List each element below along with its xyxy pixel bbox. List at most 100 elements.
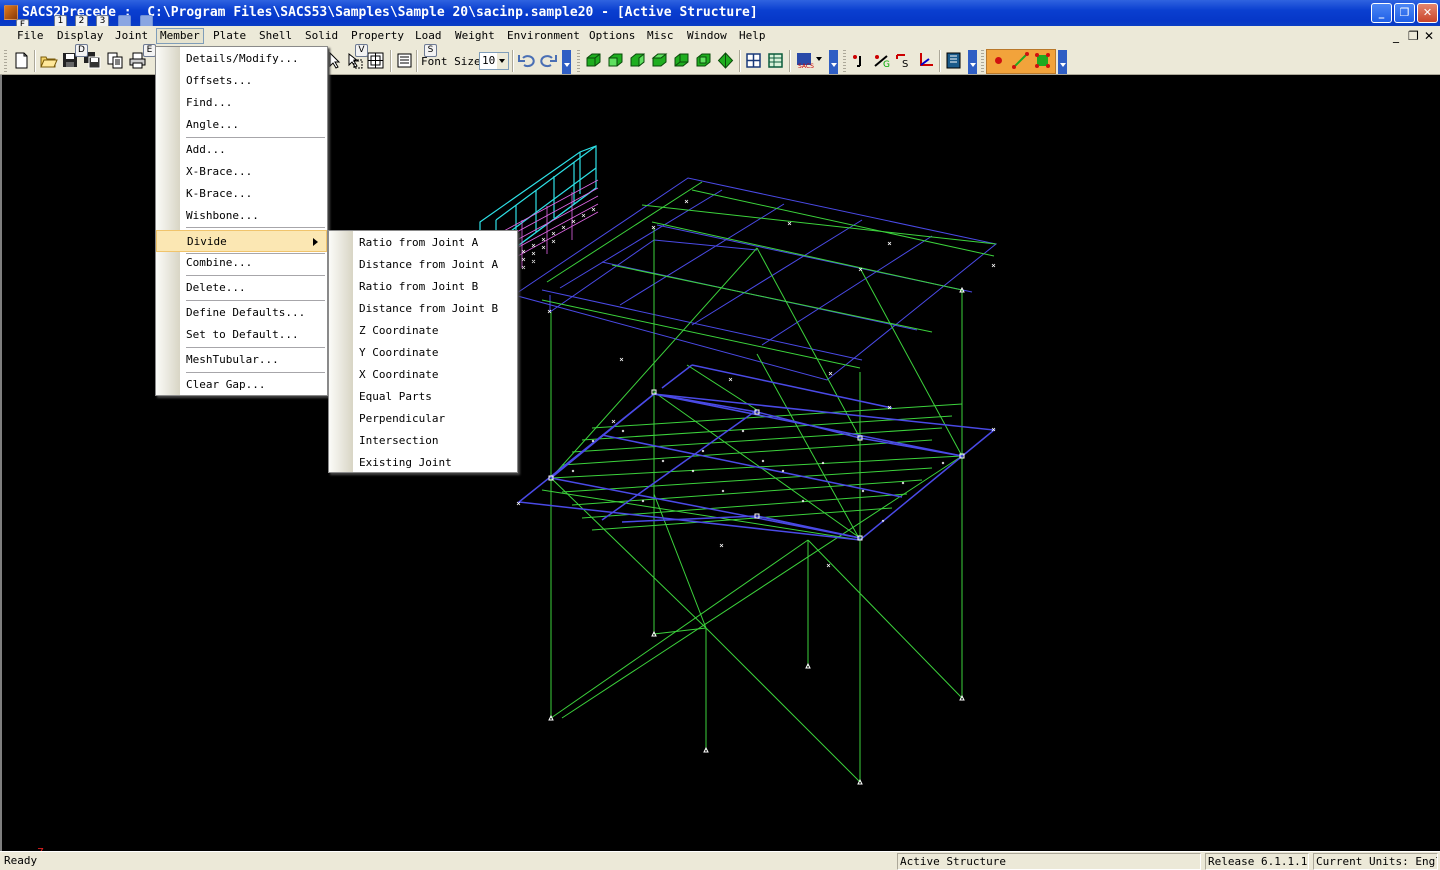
menu-options[interactable]: Options bbox=[586, 29, 638, 45]
new-icon[interactable] bbox=[12, 51, 31, 70]
undo-icon[interactable] bbox=[517, 51, 536, 70]
font-size-label: Font Size bbox=[421, 55, 481, 68]
braces bbox=[550, 247, 963, 783]
menu-item-ratio-from-joint-b[interactable]: Ratio from Joint B bbox=[329, 276, 478, 298]
menu-item-x-coordinate[interactable]: X Coordinate bbox=[329, 364, 438, 386]
menu-separator bbox=[186, 372, 325, 373]
view-top-icon[interactable] bbox=[650, 51, 669, 70]
app-icon[interactable] bbox=[4, 5, 18, 20]
font-size-value: 10 bbox=[482, 54, 496, 67]
menu-item-details-modify[interactable]: Details/Modify... bbox=[156, 48, 327, 70]
menu-solid[interactable]: Solid bbox=[302, 29, 341, 45]
menu-item-distance-from-joint-a[interactable]: Distance from Joint A bbox=[329, 254, 498, 276]
svg-text:SACS: SACS bbox=[798, 63, 814, 70]
close-button[interactable]: ✕ bbox=[1417, 3, 1438, 23]
menu-item-x-brace[interactable]: X-Brace... bbox=[156, 161, 327, 183]
menu-item-add[interactable]: Add... bbox=[156, 139, 327, 161]
menu-item-ratio-from-joint-a[interactable]: Ratio from Joint A bbox=[329, 232, 478, 254]
member-mode-icon[interactable] bbox=[1011, 51, 1030, 70]
book-icon[interactable] bbox=[944, 51, 963, 70]
menu-item-z-coordinate[interactable]: Z Coordinate bbox=[329, 320, 438, 342]
grid-icon[interactable] bbox=[744, 51, 763, 70]
menu-member[interactable]: Member bbox=[156, 28, 204, 44]
mdi-minimize-button[interactable]: _ bbox=[1393, 29, 1399, 43]
top-deck-blue bbox=[512, 177, 998, 381]
menu-plate[interactable]: Plate bbox=[210, 29, 249, 45]
view-3d-icon[interactable] bbox=[694, 51, 713, 70]
menu-item-delete[interactable]: Delete... bbox=[156, 277, 327, 299]
menu-item-set-to-default[interactable]: Set to Default... bbox=[156, 324, 327, 346]
chevron-down-icon[interactable] bbox=[816, 57, 822, 64]
menu-item-k-brace[interactable]: K-Brace... bbox=[156, 183, 327, 205]
toolbar-overflow-4[interactable] bbox=[1058, 50, 1067, 74]
member-label-icon[interactable]: G bbox=[872, 51, 891, 70]
toolbar-grip[interactable] bbox=[4, 50, 7, 72]
menu-weight[interactable]: Weight bbox=[452, 29, 498, 45]
zoom-window-icon[interactable] bbox=[366, 51, 385, 70]
menu-item-combine[interactable]: Combine... bbox=[156, 252, 327, 274]
status-ready: Ready bbox=[4, 854, 38, 867]
restore-button[interactable]: ❐ bbox=[1394, 3, 1415, 23]
menu-shell[interactable]: Shell bbox=[256, 29, 295, 45]
menu-item-intersection[interactable]: Intersection bbox=[329, 430, 438, 452]
axis-label-icon[interactable] bbox=[916, 51, 935, 70]
menu-item-find[interactable]: Find... bbox=[156, 92, 327, 114]
menu-separator bbox=[186, 227, 325, 228]
status-active-structure: Active Structure bbox=[897, 853, 1201, 870]
view-back-icon[interactable] bbox=[672, 51, 691, 70]
table-icon[interactable] bbox=[766, 51, 785, 70]
section-label-icon[interactable]: S bbox=[894, 51, 913, 70]
list-icon[interactable] bbox=[395, 51, 414, 70]
menu-environment[interactable]: Environment bbox=[504, 29, 583, 45]
mdi-restore-button[interactable]: ❐ bbox=[1408, 29, 1419, 43]
sacs-icon[interactable]: SACS bbox=[795, 51, 814, 70]
joint-mode-icon[interactable] bbox=[989, 51, 1008, 70]
menu-property[interactable]: Property bbox=[348, 29, 407, 45]
menu-item-offsets[interactable]: Offsets... bbox=[156, 70, 327, 92]
menu-window[interactable]: Window bbox=[684, 29, 730, 45]
view-side-icon[interactable] bbox=[628, 51, 647, 70]
open-icon[interactable] bbox=[39, 51, 58, 70]
font-size-select[interactable]: 10 bbox=[479, 52, 509, 70]
window-title: SACS2Precede : C:\Program Files\SACS53\S… bbox=[22, 5, 758, 20]
plate-mode-icon[interactable] bbox=[1033, 51, 1052, 70]
menu-item-existing-joint[interactable]: Existing Joint bbox=[329, 452, 452, 474]
chevron-down-icon[interactable] bbox=[497, 53, 508, 69]
menu-separator bbox=[186, 347, 325, 348]
menu-item-y-coordinate[interactable]: Y Coordinate bbox=[329, 342, 438, 364]
menu-help[interactable]: Help bbox=[736, 29, 769, 45]
menu-item-distance-from-joint-b[interactable]: Distance from Joint B bbox=[329, 298, 498, 320]
title-bar: SACS2Precede : C:\Program Files\SACS53\S… bbox=[0, 0, 1440, 32]
status-bar: Ready Active Structure Release 6.1.1.12 … bbox=[0, 851, 1440, 870]
redo-icon[interactable] bbox=[539, 51, 558, 70]
toolbar-overflow-2[interactable] bbox=[829, 50, 838, 74]
menu-item-mesh-tubular[interactable]: MeshTubular... bbox=[156, 349, 327, 371]
menu-item-equal-parts[interactable]: Equal Parts bbox=[329, 386, 432, 408]
menu-item-angle[interactable]: Angle... bbox=[156, 114, 327, 136]
keytip-v: V bbox=[355, 44, 368, 57]
status-release: Release 6.1.1.12 bbox=[1205, 853, 1309, 870]
menu-item-perpendicular[interactable]: Perpendicular bbox=[329, 408, 445, 430]
svg-text:S: S bbox=[902, 59, 908, 70]
submenu-arrow-icon bbox=[313, 238, 322, 246]
menu-file[interactable]: File bbox=[14, 29, 47, 45]
minimize-button[interactable]: _ bbox=[1371, 3, 1392, 23]
view-front-icon[interactable] bbox=[606, 51, 625, 70]
toolbar-overflow-1[interactable] bbox=[562, 50, 571, 74]
menu-display[interactable]: Display bbox=[54, 29, 106, 45]
menu-item-clear-gap[interactable]: Clear Gap... bbox=[156, 374, 327, 396]
menu-bar: File Display Joint Member Plate Shell So… bbox=[0, 26, 1440, 47]
menu-item-define-defaults[interactable]: Define Defaults... bbox=[156, 302, 327, 324]
menu-item-wishbone[interactable]: Wishbone... bbox=[156, 205, 327, 227]
toolbar-overflow-3[interactable] bbox=[968, 50, 977, 74]
menu-joint[interactable]: Joint bbox=[112, 29, 151, 45]
menu-misc[interactable]: Misc bbox=[644, 29, 677, 45]
joint-label-icon[interactable] bbox=[850, 51, 869, 70]
menu-load[interactable]: Load bbox=[412, 29, 445, 45]
menu-separator bbox=[186, 300, 325, 301]
mdi-close-button[interactable]: ✕ bbox=[1424, 29, 1434, 43]
copy-icon[interactable] bbox=[106, 51, 125, 70]
view-iso-icon[interactable] bbox=[584, 51, 603, 70]
menu-item-divide[interactable]: Divide bbox=[156, 230, 327, 252]
render-icon[interactable] bbox=[716, 51, 735, 70]
